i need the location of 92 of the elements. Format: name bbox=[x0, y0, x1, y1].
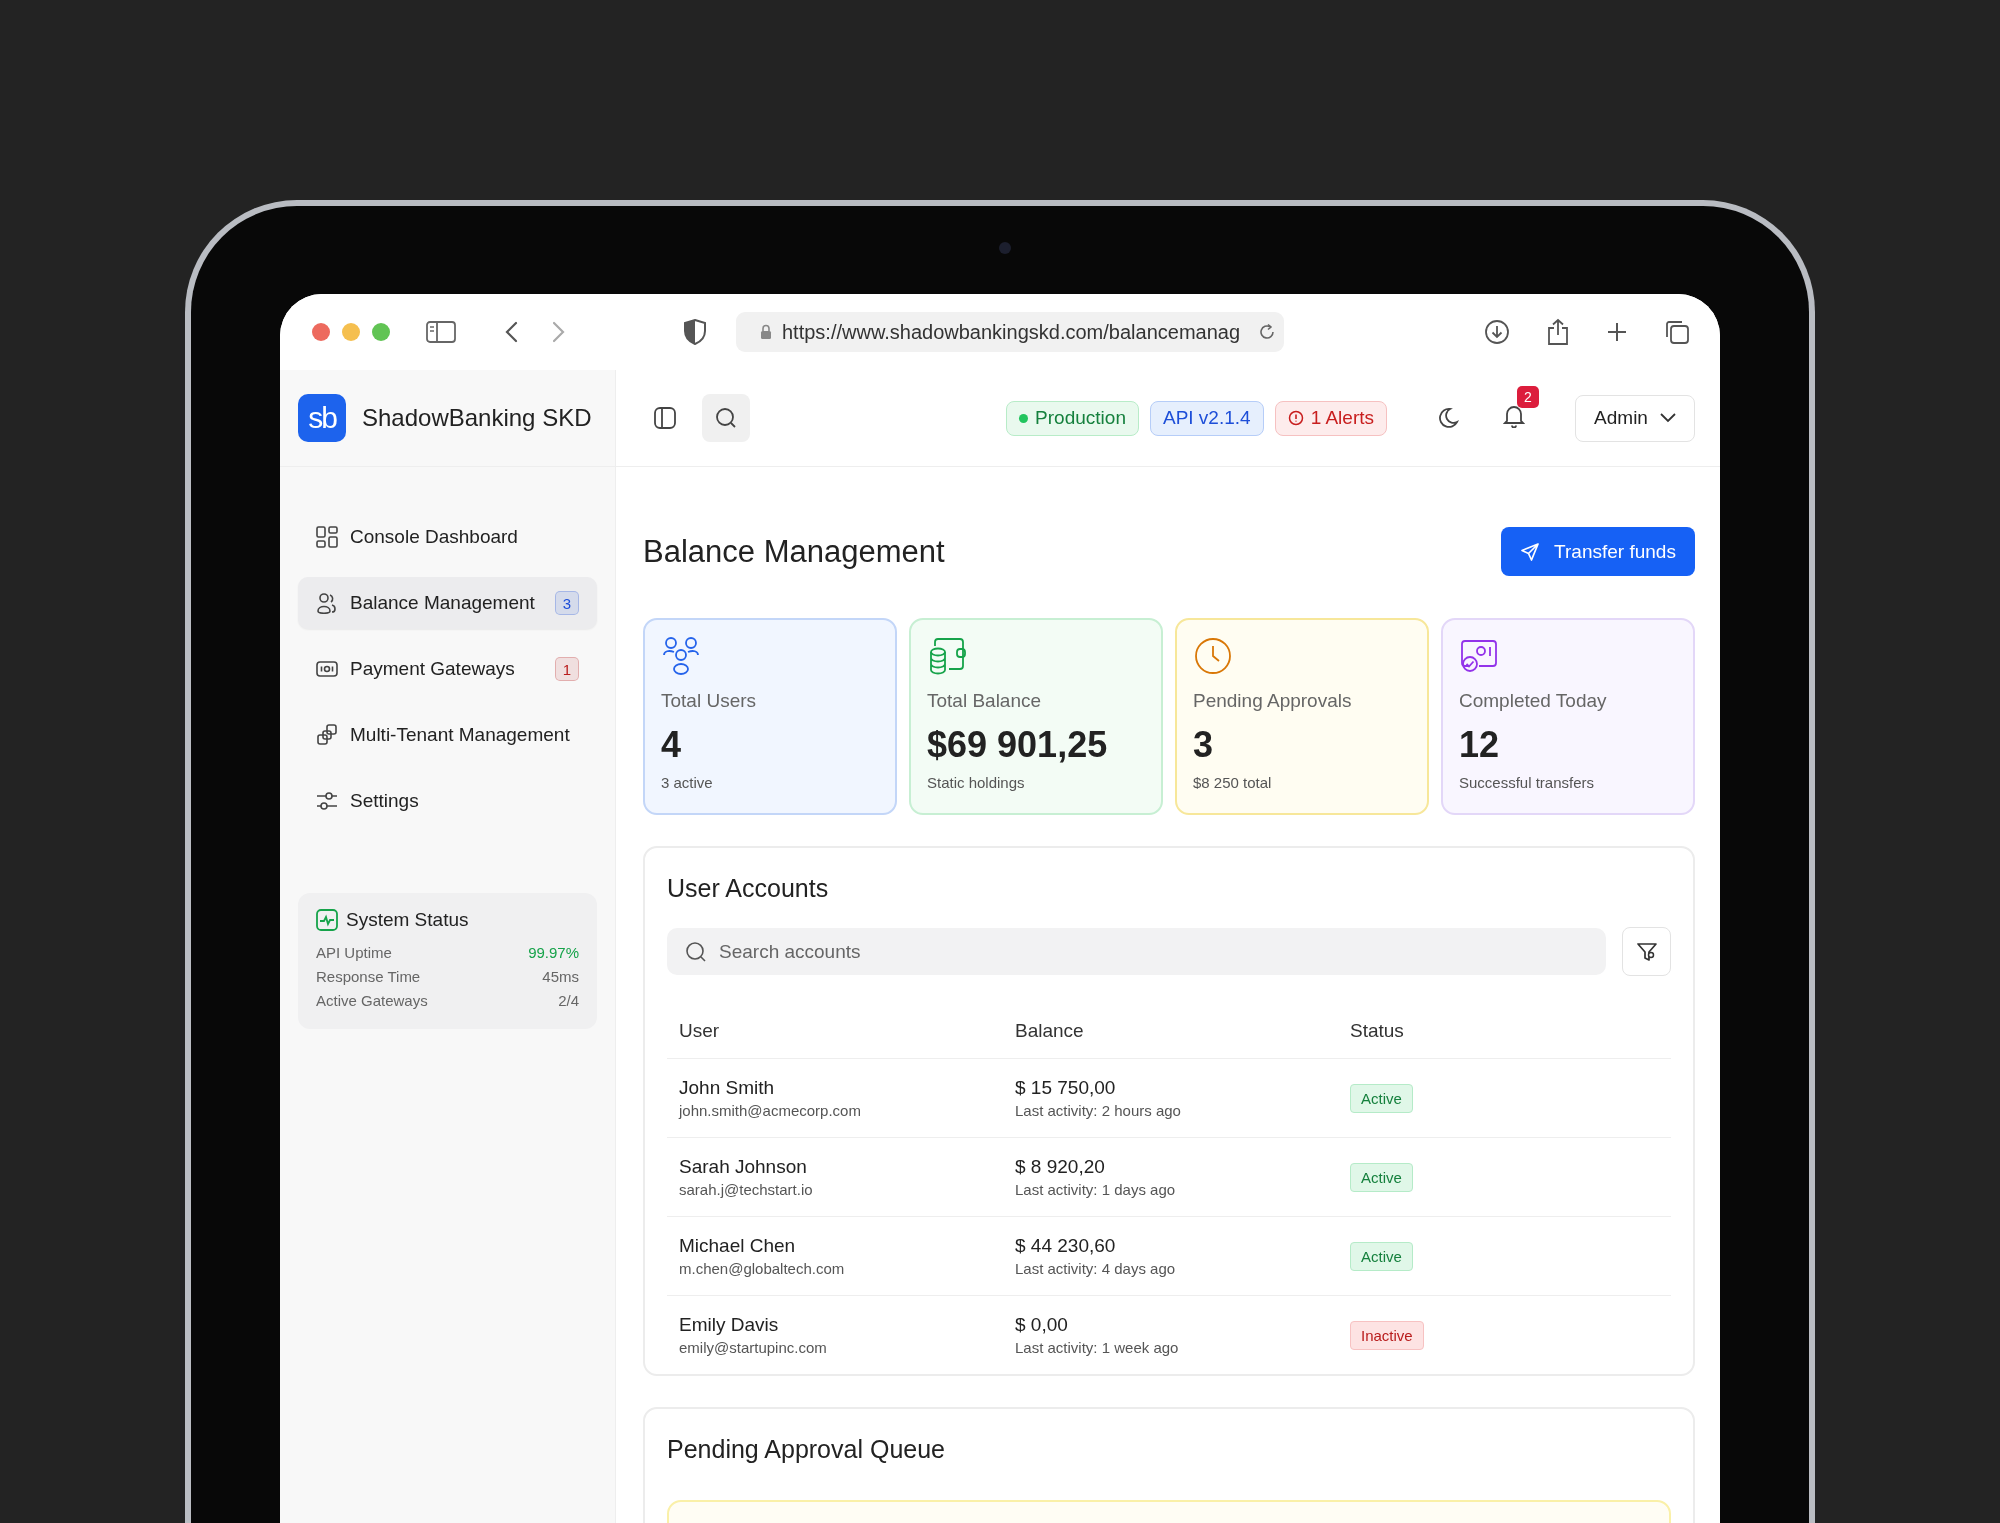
share-icon[interactable] bbox=[1546, 318, 1570, 346]
reload-icon[interactable] bbox=[1258, 323, 1276, 341]
column-header: User bbox=[679, 1020, 721, 1042]
transfer-funds-button[interactable]: Transfer funds bbox=[1501, 527, 1695, 576]
user-name: Emily Davis bbox=[679, 1314, 779, 1336]
status-badge: Active bbox=[1350, 1241, 1413, 1271]
section-title: User Accounts bbox=[667, 874, 830, 903]
chevron-down-icon bbox=[1659, 413, 1676, 423]
sidebar-item[interactable]: Payment Gateways 1 bbox=[298, 643, 597, 695]
last-activity: Last activity: 1 days ago bbox=[1015, 1181, 1176, 1198]
balance-amount: $ 15 750,00 bbox=[1015, 1077, 1116, 1099]
metric-value: 99.97% bbox=[528, 943, 579, 963]
stat-value: 4 bbox=[661, 724, 682, 766]
sidebar-item[interactable]: Console Dashboard bbox=[298, 511, 597, 563]
stat-note: 3 active bbox=[661, 774, 713, 791]
lock-icon bbox=[760, 324, 772, 340]
user-menu[interactable]: Admin bbox=[1575, 394, 1695, 442]
sidebar-item[interactable]: Settings bbox=[298, 775, 597, 827]
stat-value: $69 901,25 bbox=[927, 724, 1108, 766]
balance-amount: $ 44 230,60 bbox=[1015, 1235, 1116, 1257]
stat-note: $8 250 total bbox=[1193, 774, 1272, 791]
new-tab-icon[interactable] bbox=[1606, 321, 1628, 343]
moon-icon[interactable] bbox=[1437, 407, 1459, 429]
column-header: Balance bbox=[1015, 1020, 1085, 1042]
search-icon bbox=[685, 941, 707, 963]
last-activity: Last activity: 1 week ago bbox=[1015, 1339, 1179, 1356]
section-title: Pending Approval Queue bbox=[667, 1435, 946, 1464]
page-title: Balance Management bbox=[643, 533, 945, 570]
count-badge: 1 bbox=[555, 657, 579, 681]
search-button[interactable] bbox=[702, 394, 750, 442]
sidebar-toggle-icon[interactable] bbox=[426, 321, 456, 343]
back-icon[interactable] bbox=[504, 321, 518, 343]
logo-icon: sb bbox=[298, 394, 346, 442]
activity-icon bbox=[316, 909, 338, 931]
metric-value: 2/4 bbox=[558, 991, 579, 1011]
url-text: https://www.shadowbankingskd.com/balancemanag bbox=[782, 320, 1242, 344]
stat-label: Total Users bbox=[661, 690, 757, 712]
stat-label: Completed Today bbox=[1459, 690, 1607, 712]
camera-dot bbox=[999, 242, 1011, 254]
status-badge: Inactive bbox=[1350, 1320, 1424, 1350]
count-badge: 3 bbox=[555, 591, 579, 615]
last-activity: Last activity: 2 hours ago bbox=[1015, 1102, 1181, 1119]
metric-label: API Uptime bbox=[316, 943, 392, 963]
blocks-icon bbox=[316, 724, 338, 746]
user-email: sarah.j@techstart.io bbox=[679, 1181, 813, 1198]
status-badge: 1 Alerts bbox=[1274, 400, 1387, 436]
panel-toggle-icon[interactable] bbox=[654, 407, 676, 429]
filter-icon bbox=[1635, 940, 1658, 963]
balance-amount: $ 0,00 bbox=[1015, 1314, 1068, 1336]
stat-note: Successful transfers bbox=[1459, 774, 1595, 791]
grid-icon bbox=[316, 526, 338, 548]
clock-icon bbox=[1193, 636, 1233, 676]
balance-amount: $ 8 920,20 bbox=[1015, 1156, 1105, 1178]
bell-icon[interactable] bbox=[1503, 404, 1525, 428]
wallet-coins-icon bbox=[927, 636, 967, 676]
metric-value: 45ms bbox=[542, 967, 579, 987]
stat-note: Static holdings bbox=[927, 774, 1025, 791]
status-badge: API v2.1.4 bbox=[1149, 400, 1264, 436]
user-name: Sarah Johnson bbox=[679, 1156, 807, 1178]
stat-value: 12 bbox=[1459, 724, 1500, 766]
close-button[interactable] bbox=[312, 323, 330, 341]
address-bar[interactable]: https://www.shadowbankingskd.com/balancemanag bbox=[736, 312, 1284, 352]
notification-badge: 2 bbox=[1517, 386, 1539, 408]
user-email: emily@startupinc.com bbox=[679, 1339, 827, 1356]
search-icon bbox=[715, 407, 737, 429]
status-badge: Active bbox=[1350, 1083, 1413, 1113]
brand-name: ShadowBanking SKD bbox=[362, 404, 592, 432]
settings-icon bbox=[316, 790, 338, 812]
users-icon bbox=[316, 592, 338, 614]
sidebar-item[interactable]: Multi-Tenant Management bbox=[298, 709, 597, 761]
filter-button[interactable] bbox=[1622, 927, 1671, 976]
metric-label: Active Gateways bbox=[316, 991, 428, 1011]
sidebar-item[interactable]: Balance Management 3 bbox=[298, 577, 597, 629]
tabs-icon[interactable] bbox=[1664, 319, 1690, 345]
column-header: Status bbox=[1350, 1020, 1405, 1042]
last-activity: Last activity: 4 days ago bbox=[1015, 1260, 1176, 1277]
user-name: John Smith bbox=[679, 1077, 775, 1099]
status-badge: Active bbox=[1350, 1162, 1413, 1192]
search-field[interactable]: Search accounts bbox=[667, 928, 1606, 975]
metric-label: Response Time bbox=[316, 967, 421, 987]
status-badge: Production bbox=[1006, 400, 1139, 436]
user-email: m.chen@globaltech.com bbox=[679, 1260, 845, 1277]
stat-label: Total Balance bbox=[927, 690, 1042, 712]
stat-value: 3 bbox=[1193, 724, 1214, 766]
status-title: System Status bbox=[346, 909, 469, 931]
stat-label: Pending Approvals bbox=[1193, 690, 1352, 712]
users-icon bbox=[661, 636, 701, 676]
shield-icon[interactable] bbox=[684, 319, 706, 345]
send-icon bbox=[1520, 541, 1541, 562]
download-icon[interactable] bbox=[1484, 319, 1510, 345]
user-email: john.smith@acmecorp.com bbox=[679, 1102, 861, 1119]
user-name: Michael Chen bbox=[679, 1235, 796, 1257]
